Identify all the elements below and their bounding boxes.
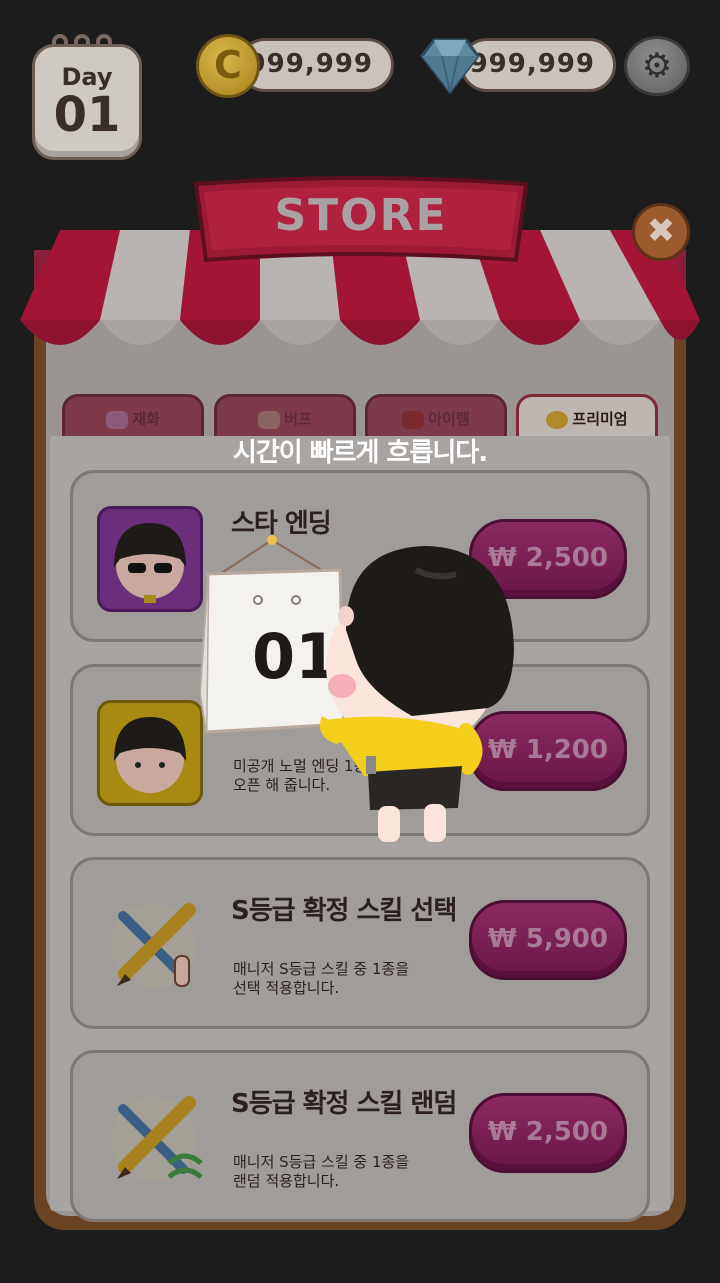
normal-girl-icon [97,700,203,806]
product-card: S등급 확정 스킬 선택 매니저 S등급 스킬 중 1종을 선택 적용합니다. … [70,857,650,1029]
time-notice: 시간이 빠르게 흐릅니다. [232,438,488,468]
diamond-icon [420,38,480,95]
coin-value: 999,999 [247,49,373,79]
character-icon [319,546,514,842]
day-number: 01 [53,87,121,143]
tab-label: 재화 [132,410,160,428]
store-title: STORE [274,190,448,241]
product-desc: 매니저 S등급 스킬 중 1종을 랜덤 적용합니다. [233,1153,410,1190]
star-girl-icon [97,506,203,612]
chest-icon [402,410,425,429]
day-label: Day [61,63,113,91]
coin-balance: 999,999 [238,38,394,92]
currency-icon [106,410,129,429]
gear-icon: ⚙ [641,46,673,86]
tab-label: 프리미엄 [572,410,628,428]
close-icon: ✖ [646,211,676,251]
tab-label: 아이템 [428,410,470,428]
settings-button[interactable]: ⚙ [624,36,690,96]
product-desc: 매니저 S등급 스킬 중 1종을 선택 적용합니다. [233,960,410,997]
tools-random-icon [111,1096,203,1181]
medal-icon [546,410,569,429]
buy-button[interactable]: ₩ 2,500 [469,1093,627,1173]
tools-select-icon [111,903,196,988]
product-card: S등급 확정 스킬 랜덤 매니저 S등급 스킬 중 1종을 랜덤 적용합니다. … [70,1050,650,1222]
product-title: S등급 확정 스킬 선택 [231,896,457,926]
buy-button[interactable]: ₩ 5,900 [469,900,627,980]
product-title: S등급 확정 스킬 랜덤 [231,1089,457,1119]
day-counter: Day 01 [32,44,142,160]
coin-icon: C [196,34,260,98]
tab-label: 버프 [284,410,312,428]
muscle-icon [258,410,281,429]
close-button[interactable]: ✖ [632,203,690,261]
